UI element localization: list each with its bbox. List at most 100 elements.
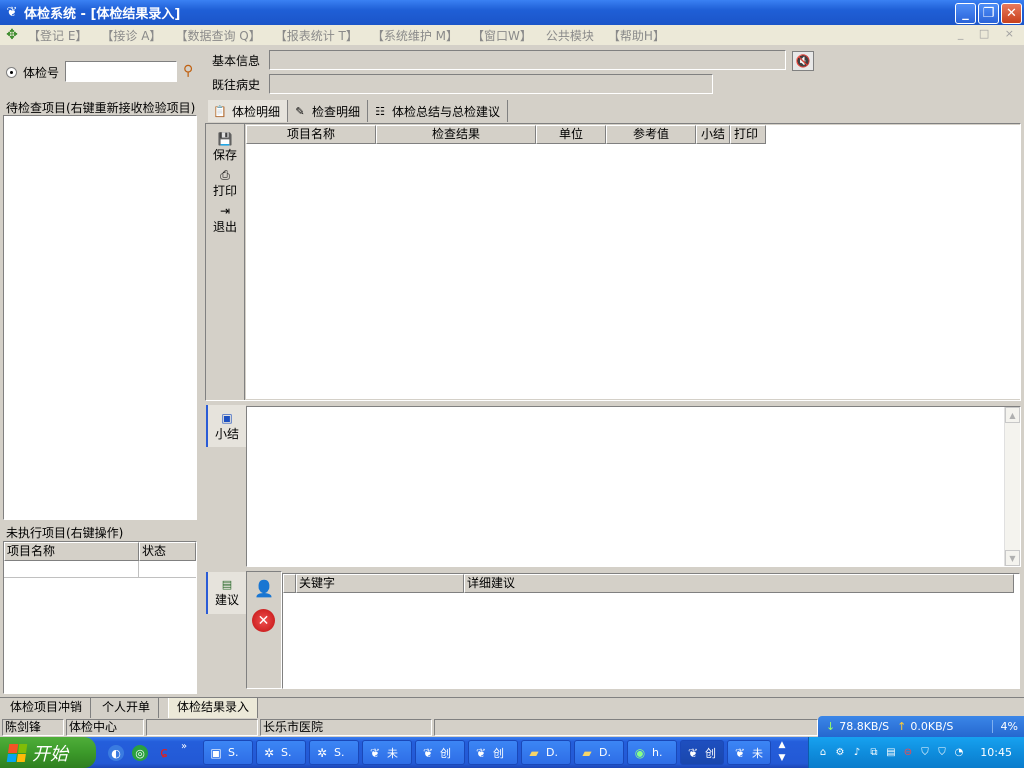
start-button[interactable]: 开始	[0, 737, 96, 768]
tray-connection-icon[interactable]: ⧉	[866, 745, 882, 761]
menu-reception[interactable]: 【接诊 A】	[101, 27, 161, 44]
exam-number-input[interactable]	[65, 61, 177, 82]
unexecuted-title: 未执行项目(右键操作)	[6, 526, 124, 540]
detail-grid[interactable]: 项目名称 检查结果 单位 参考值 小结 打印	[246, 125, 1020, 399]
detail-toolbar: 💾 保存 ⎙ 打印 ⇥ 退出	[206, 124, 245, 400]
detail-col-result[interactable]: 检查结果	[376, 125, 536, 144]
tab-exam-detail[interactable]: 📋 体检明细	[208, 100, 288, 122]
suggestion-col-detail[interactable]: 详细建议	[464, 574, 1014, 593]
save-label: 保存	[212, 148, 237, 162]
basic-info-label: 基本信息	[212, 54, 261, 68]
suggestion-area: ▤ 建议 👤 ✕ 关键字 详细建议	[205, 571, 1021, 691]
minimize-button[interactable]: _	[955, 3, 976, 24]
detail-col-summary[interactable]: 小结	[696, 125, 730, 144]
gear-icon: ✲	[316, 745, 328, 760]
menu-register[interactable]: 【登记 E】	[28, 27, 87, 44]
quicklaunch-red-icon[interactable]: ɕ	[156, 745, 172, 761]
start-label: 开始	[32, 743, 68, 765]
tab-summary-advice[interactable]: ☷ 体检总结与总检建议	[368, 100, 508, 122]
quicklaunch-browser-icon[interactable]: ◐	[108, 745, 124, 761]
upload-speed: 0.0KB/S	[910, 720, 954, 733]
detail-col-reference[interactable]: 参考值	[606, 125, 696, 144]
detail-area: 💾 保存 ⎙ 打印 ⇥ 退出 项目名称 检查结果 单位 参考值 小结 打印	[205, 123, 1021, 401]
app-icon: ❦	[422, 745, 434, 760]
unexecuted-col-status[interactable]: 状态	[139, 542, 196, 561]
task-item-10[interactable]: ❦ 创	[680, 740, 724, 765]
suggestion-icon: ▤	[221, 577, 233, 591]
browser-icon: ◉	[634, 745, 646, 760]
exit-button[interactable]: ⇥ 退出	[206, 204, 244, 235]
quicklaunch-expand-icon[interactable]: »	[181, 741, 187, 752]
printer-icon: ⎙	[220, 167, 230, 182]
tab-check-detail-label: 检查明细	[312, 104, 361, 119]
tray-stop-icon[interactable]: ⊖	[900, 745, 916, 761]
pending-list[interactable]	[3, 115, 197, 520]
save-icon: 💾	[217, 132, 233, 146]
taskbar: 开始 ◐ ◎ ɕ » ▣ S. ✲ S. ✲ S. ❦ 未 ❦ 创 ❦ 创 ▰ D. ▰ D. …	[0, 737, 1024, 768]
suggestion-grid[interactable]: 关键字 详细建议	[282, 573, 1020, 689]
summary-tab[interactable]: ▣ 小结	[206, 405, 246, 447]
table-row[interactable]	[4, 561, 196, 578]
unexecuted-table[interactable]: 项目名称 状态	[3, 541, 197, 694]
tab-check-detail[interactable]: ✎ 检查明细	[288, 100, 368, 122]
tray-network-icon[interactable]: ⌂	[815, 745, 831, 761]
save-button[interactable]: 💾 保存	[206, 132, 244, 163]
delete-suggestion-icon[interactable]: ✕	[252, 609, 275, 632]
speaker-icon[interactable]: 🔇	[792, 51, 814, 71]
task-item-11[interactable]: ❦ 未	[727, 740, 771, 765]
add-suggestion-icon[interactable]: 👤	[252, 576, 276, 600]
tab-summary-advice-label: 体检总结与总检建议	[392, 104, 501, 119]
clock[interactable]: 10:45	[980, 746, 1012, 759]
task-item-3[interactable]: ✲ S.	[309, 740, 359, 765]
search-icon[interactable]: ⚲	[183, 63, 193, 79]
bottom-tab-personal-order[interactable]: 个人开单	[94, 698, 160, 718]
task-item-7[interactable]: ▰ D.	[521, 740, 571, 765]
menu-help[interactable]: 【帮助H】	[608, 27, 665, 44]
tray-volume-icon[interactable]: ♪	[849, 745, 865, 761]
folder-icon: ▰	[582, 745, 592, 760]
window-title: 体检系统 - [体检结果录入]	[24, 7, 181, 22]
bottom-tab-result-entry[interactable]: 体检结果录入	[168, 698, 259, 718]
detail-col-print[interactable]: 打印	[730, 125, 766, 144]
task-item-4[interactable]: ❦ 未	[362, 740, 412, 765]
exit-label: 退出	[212, 220, 237, 234]
system-tray: ⌂ ⚙ ♪ ⧉ ▤ ⊖ ⛉ ⛉ ◔ 10:45	[808, 737, 1024, 768]
print-button[interactable]: ⎙ 打印	[206, 168, 244, 199]
tray-settings-icon[interactable]: ⚙	[832, 745, 848, 761]
search-radio[interactable]	[6, 67, 17, 78]
detail-col-name[interactable]: 项目名称	[246, 125, 376, 144]
suggestion-col-keyword[interactable]: 关键字	[296, 574, 464, 593]
tray-display-icon[interactable]: ▤	[883, 745, 899, 761]
close-button[interactable]: ✕	[1001, 3, 1022, 24]
quicklaunch-app-icon[interactable]: ◎	[132, 745, 148, 761]
task-item-6[interactable]: ❦ 创	[468, 740, 518, 765]
unexecuted-col-name[interactable]: 项目名称	[4, 542, 139, 561]
taskbar-scroll-icon[interactable]: ▲ ▼	[776, 739, 788, 765]
menu-common[interactable]: 公共模块	[546, 27, 594, 44]
tray-security-icon[interactable]: ⛉	[934, 745, 950, 761]
upload-arrow-icon: ↑	[897, 720, 907, 733]
task-item-8[interactable]: ▰ D.	[574, 740, 624, 765]
summary-area: ▣ 小结 ▲ ▼	[205, 404, 1021, 568]
pending-panel: 待检查项目(右键重新接收检验项目)	[0, 98, 200, 524]
menu-query[interactable]: 【数据查询 Q】	[175, 27, 260, 44]
summary-scrollbar[interactable]: ▲ ▼	[1004, 407, 1020, 566]
bottom-tab-writeoff[interactable]: 体检项目冲销	[2, 698, 92, 718]
task-item-5[interactable]: ❦ 创	[415, 740, 465, 765]
restore-button[interactable]: ❐	[978, 3, 999, 24]
task-item-9[interactable]: ◉ h.	[627, 740, 677, 765]
menu-reports[interactable]: 【报表统计 T】	[275, 27, 358, 44]
mdi-controls[interactable]: _ □ ×	[958, 27, 1020, 40]
suggestion-tab[interactable]: ▤ 建议	[206, 572, 246, 614]
suggestion-toolbar: 👤 ✕	[246, 571, 282, 689]
task-item-2[interactable]: ✲ S.	[256, 740, 306, 765]
detail-col-unit[interactable]: 单位	[536, 125, 606, 144]
tray-shield-icon[interactable]: ⛉	[917, 745, 933, 761]
tray-update-icon[interactable]: ◔	[951, 745, 967, 761]
menu-maintenance[interactable]: 【系统维护 M】	[372, 27, 458, 44]
bottom-tab-strip: 体检项目冲销 个人开单 体检结果录入	[0, 697, 1024, 718]
task-item-1[interactable]: ▣ S.	[203, 740, 253, 765]
summary-textarea[interactable]: ▲ ▼	[246, 406, 1021, 567]
exit-door-icon: ⇥	[219, 204, 231, 218]
menu-window[interactable]: 【窗口W】	[472, 27, 532, 44]
